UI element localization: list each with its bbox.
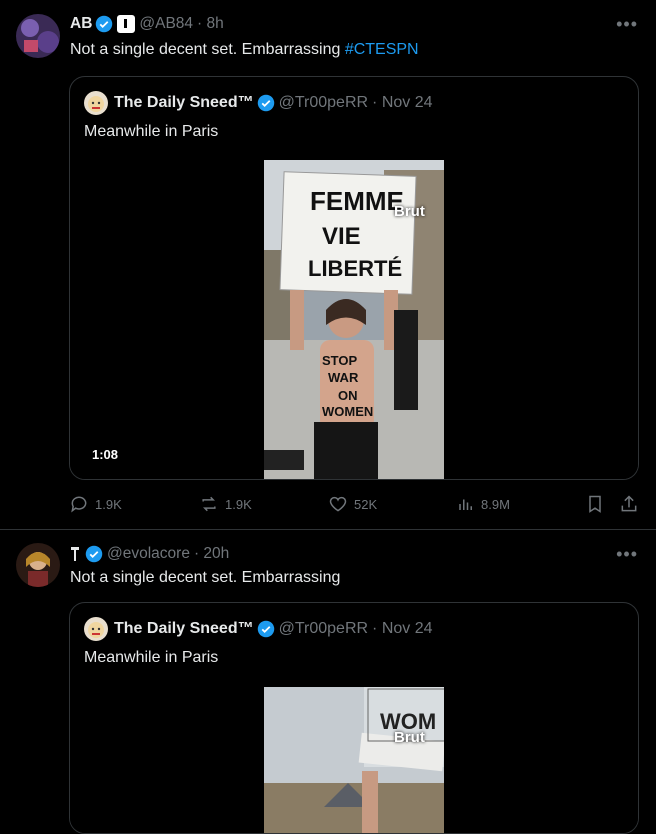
display-name[interactable]: AB bbox=[70, 15, 92, 33]
verified-badge-icon bbox=[257, 620, 274, 638]
repost-icon bbox=[202, 496, 216, 512]
user-handle[interactable]: @evolacore bbox=[107, 545, 190, 563]
avatar[interactable] bbox=[16, 543, 60, 587]
tweet-1[interactable]: AB @AB84 · 8h ••• Not a single decent se… bbox=[0, 0, 656, 528]
more-options-icon[interactable]: ••• bbox=[616, 14, 638, 35]
svg-text:STOP: STOP bbox=[322, 353, 357, 368]
quoted-avatar bbox=[84, 617, 108, 641]
svg-text:WOMEN: WOMEN bbox=[322, 404, 373, 419]
reply-icon bbox=[71, 496, 87, 513]
action-bar: 1.9K 1.9K 52K 8.9M bbox=[69, 494, 641, 518]
avatar[interactable] bbox=[16, 14, 60, 58]
quoted-tweet-header: The Daily Sneed™ @Tr00peRR · Nov 24 bbox=[84, 617, 433, 641]
tweet-header: @evolacore · 20h bbox=[70, 545, 229, 563]
verified-badge-icon bbox=[85, 545, 103, 563]
heart-icon bbox=[329, 496, 347, 512]
video-frame[interactable]: WOM Brut bbox=[264, 687, 444, 833]
video-player[interactable]: FEMME VIE LIBERTÉ STOP WAR ON WOMEN Brut… bbox=[70, 160, 638, 479]
svg-text:WAR: WAR bbox=[328, 370, 359, 385]
hashtag-link[interactable]: #CTESPN bbox=[345, 41, 419, 58]
quoted-avatar bbox=[84, 91, 108, 115]
svg-text:LIBERTÉ: LIBERTÉ bbox=[308, 256, 402, 281]
quoted-display-name: The Daily Sneed™ bbox=[114, 620, 254, 637]
quoted-tweet[interactable]: The Daily Sneed™ @Tr00peRR · Nov 24 Mean… bbox=[69, 602, 639, 834]
svg-text:VIE: VIE bbox=[322, 223, 361, 250]
like-button[interactable]: 52K bbox=[328, 494, 377, 514]
repost-button[interactable]: 1.9K bbox=[199, 494, 252, 514]
tweet-header: AB @AB84 · 8h bbox=[70, 15, 224, 33]
reply-count: 1.9K bbox=[95, 496, 122, 512]
timestamp[interactable]: · 20h bbox=[194, 545, 229, 563]
tweet-text: Not a single decent set. Embarrassing bbox=[70, 569, 341, 586]
share-icon bbox=[621, 495, 637, 512]
svg-text:FEMME: FEMME bbox=[310, 186, 404, 216]
affiliate-badge-icon bbox=[117, 15, 136, 33]
display-name-icon[interactable] bbox=[70, 546, 80, 562]
video-watermark: Brut bbox=[394, 729, 425, 746]
timestamp[interactable]: · 8h bbox=[197, 15, 224, 33]
more-options-icon[interactable]: ••• bbox=[616, 544, 638, 565]
user-handle[interactable]: @AB84 bbox=[139, 15, 193, 33]
share-button[interactable] bbox=[619, 494, 645, 514]
quoted-handle: @Tr00peRR bbox=[278, 94, 369, 111]
like-count: 52K bbox=[354, 496, 378, 512]
tweet-text-body: Not a single decent set. Embarrassing bbox=[70, 41, 345, 58]
quoted-text: Meanwhile in Paris bbox=[84, 649, 219, 666]
tweet-text: Not a single decent set. Embarrassing #C… bbox=[70, 41, 419, 59]
video-frame[interactable]: FEMME VIE LIBERTÉ STOP WAR ON WOMEN Brut bbox=[264, 160, 444, 479]
quoted-display-name: The Daily Sneed™ bbox=[114, 94, 254, 111]
video-duration: 1:08 bbox=[92, 447, 119, 462]
quoted-tweet-header: The Daily Sneed™ @Tr00peRR · Nov 24 bbox=[84, 91, 433, 115]
svg-text:ON: ON bbox=[338, 388, 358, 403]
quoted-tweet[interactable]: The Daily Sneed™ @Tr00peRR · Nov 24 Mean… bbox=[69, 76, 639, 480]
bookmark-icon bbox=[589, 495, 601, 513]
tweet-2[interactable]: @evolacore · 20h ••• Not a single decent… bbox=[0, 530, 656, 834]
quoted-handle: @Tr00peRR bbox=[278, 620, 369, 637]
view-count: 8.9M bbox=[481, 496, 510, 512]
video-watermark: Brut bbox=[394, 203, 425, 220]
quoted-timestamp: · Nov 24 bbox=[372, 94, 433, 111]
video-thumbnail: WOM bbox=[264, 687, 444, 833]
views-icon bbox=[459, 499, 472, 510]
video-player[interactable]: WOM Brut bbox=[70, 687, 638, 833]
bookmark-button[interactable] bbox=[585, 494, 611, 514]
verified-badge-icon bbox=[96, 15, 113, 33]
verified-badge-icon bbox=[257, 94, 274, 112]
quoted-timestamp: · Nov 24 bbox=[372, 620, 433, 637]
quoted-text: Meanwhile in Paris bbox=[84, 123, 219, 140]
repost-count: 1.9K bbox=[225, 496, 252, 512]
reply-button[interactable]: 1.9K bbox=[69, 494, 122, 514]
views-button[interactable]: 8.9M bbox=[457, 494, 510, 514]
